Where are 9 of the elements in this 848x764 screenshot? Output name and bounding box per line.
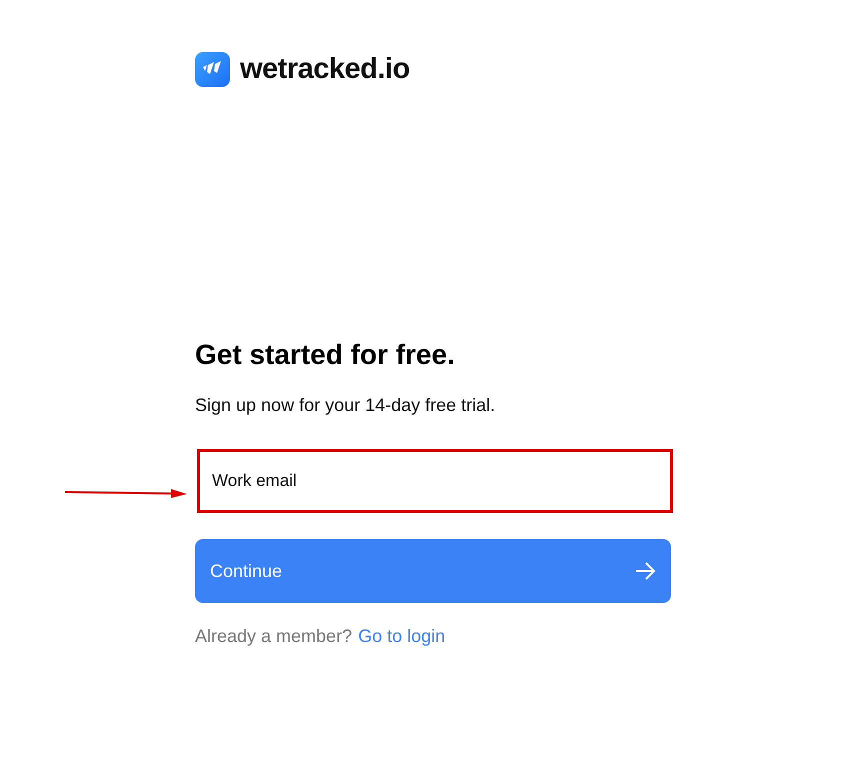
arrow-right-icon	[634, 560, 656, 582]
logo-text: wetracked.io	[240, 52, 410, 87]
email-field[interactable]: Work email	[197, 449, 673, 513]
footer-text: Already a member?	[195, 625, 352, 648]
subtitle: Sign up now for your 14-day free trial.	[195, 394, 496, 417]
heading: Get started for free.	[195, 338, 456, 372]
login-link[interactable]: Go to login	[358, 623, 446, 650]
continue-button[interactable]: Continue	[195, 539, 671, 603]
logo-icon	[195, 52, 230, 88]
